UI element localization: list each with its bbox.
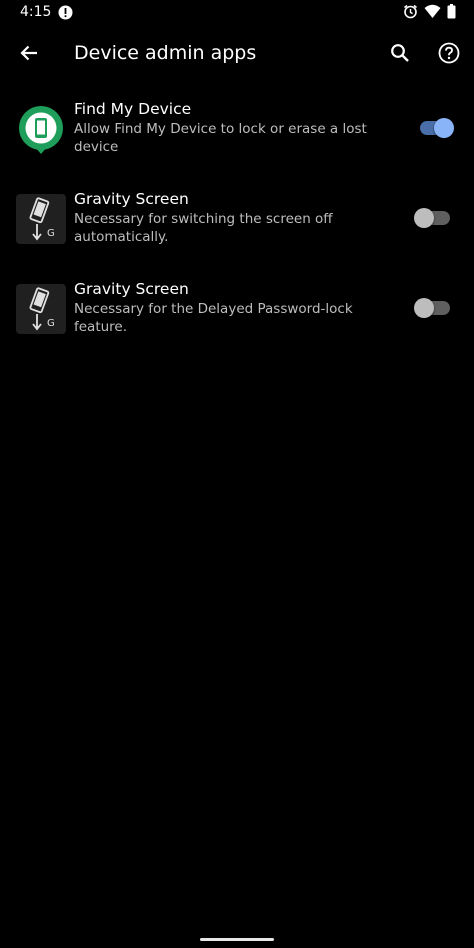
gravity-screen-icon: G <box>16 194 66 244</box>
item-title: Gravity Screen <box>74 190 189 208</box>
item-title: Find My Device <box>74 100 192 118</box>
gravity-screen-icon: G <box>16 284 66 334</box>
switch-thumb <box>414 208 434 228</box>
list-item-gravity-screen[interactable]: G Gravity Screen Necessary for switching… <box>0 174 474 264</box>
admin-toggle-switch[interactable] <box>414 296 454 320</box>
item-summary: Necessary for switching the screen off a… <box>74 211 333 245</box>
app-bar: Device admin apps <box>0 30 474 78</box>
search-icon <box>390 43 410 67</box>
item-text: Find My Device Allow Find My Device to l… <box>74 100 394 156</box>
admin-toggle-switch[interactable] <box>414 116 454 140</box>
wifi-icon <box>424 4 441 23</box>
find-my-device-icon <box>16 104 66 154</box>
status-time: 4:15 <box>20 4 52 20</box>
svg-text:G: G <box>47 228 55 239</box>
alarm-icon <box>403 4 418 23</box>
back-arrow-icon <box>19 43 39 67</box>
back-button[interactable] <box>14 40 44 70</box>
list-item-gravity-screen[interactable]: G Gravity Screen Necessary for the Delay… <box>0 264 474 354</box>
alert-icon <box>58 5 73 20</box>
switch-thumb <box>414 298 434 318</box>
gesture-nav-handle[interactable] <box>200 938 274 941</box>
search-button[interactable] <box>385 40 415 70</box>
item-text: Gravity Screen Necessary for switching t… <box>74 190 394 246</box>
device-admin-list: Find My Device Allow Find My Device to l… <box>0 84 474 354</box>
item-text: Gravity Screen Necessary for the Delayed… <box>74 280 394 336</box>
status-icons <box>403 3 456 23</box>
admin-toggle-switch[interactable] <box>414 206 454 230</box>
help-button[interactable] <box>434 40 464 70</box>
item-summary: Allow Find My Device to lock or erase a … <box>74 121 367 155</box>
status-bar: 4:15 <box>0 0 474 26</box>
page-title: Device admin apps <box>74 42 257 64</box>
list-item-find-my-device[interactable]: Find My Device Allow Find My Device to l… <box>0 84 474 174</box>
svg-text:G: G <box>47 318 55 329</box>
item-summary: Necessary for the Delayed Password-lock … <box>74 301 353 335</box>
item-title: Gravity Screen <box>74 280 189 298</box>
switch-thumb <box>434 118 454 138</box>
battery-icon <box>447 3 456 23</box>
help-icon <box>438 42 460 68</box>
